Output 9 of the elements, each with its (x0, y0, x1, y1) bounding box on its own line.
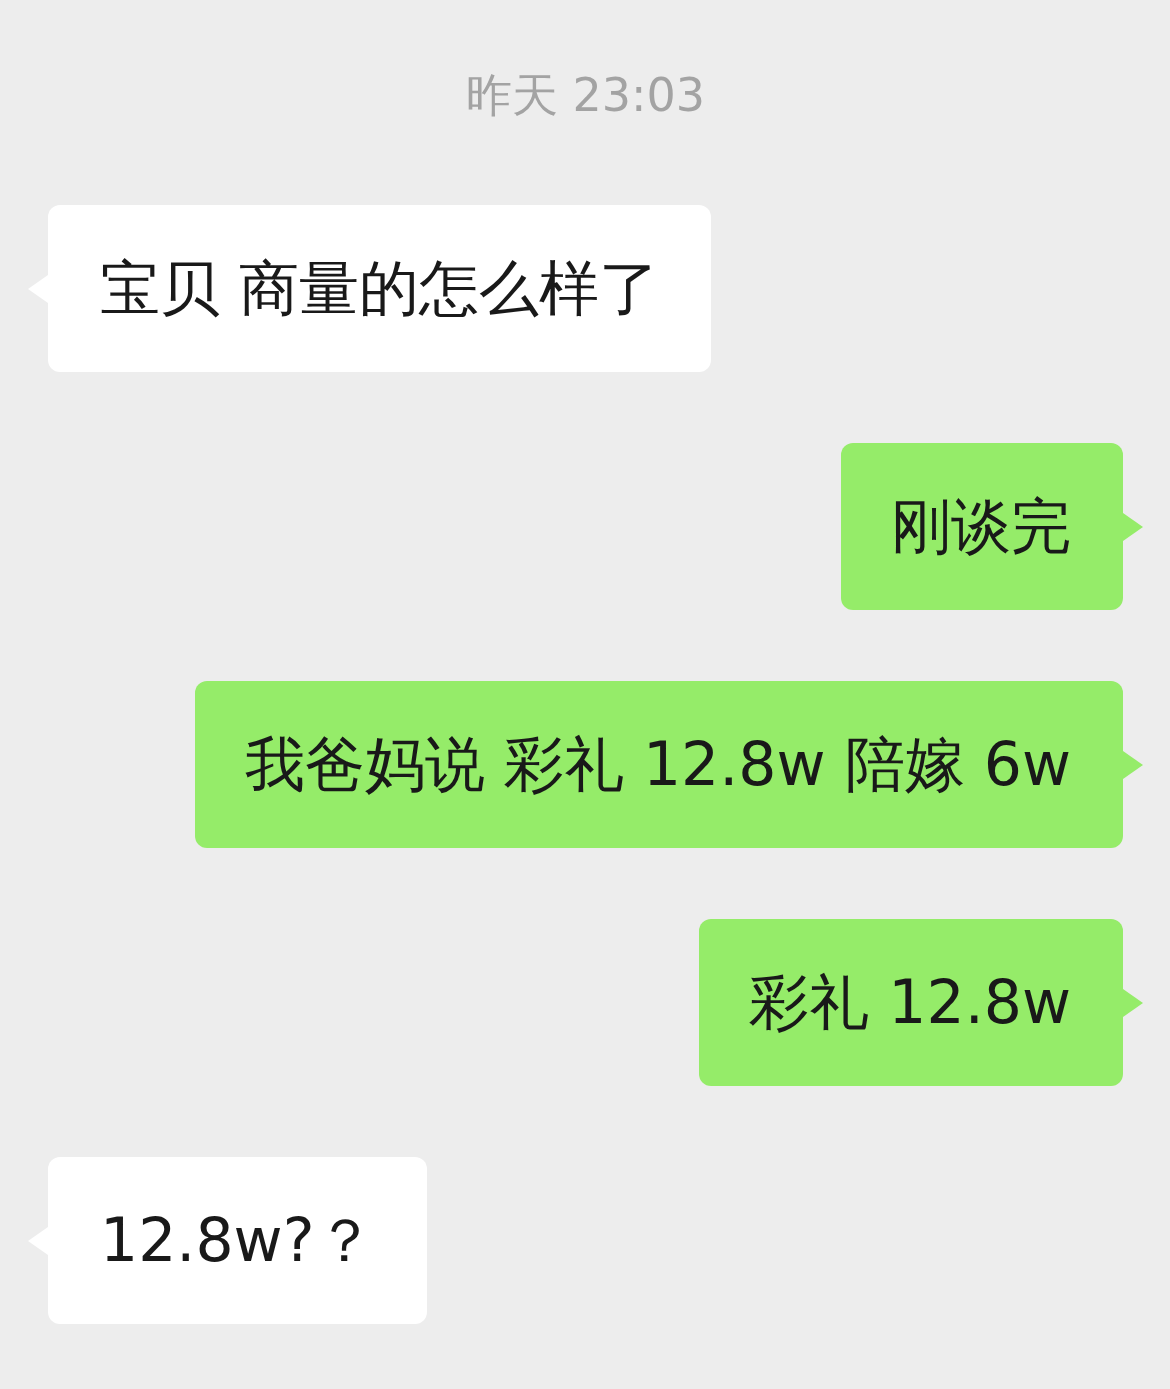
message-bubble: 我爸妈说 彩礼 12.8w 陪嫁 6w (194, 681, 1123, 848)
message-bubble: 宝贝 商量的怎么样了 (48, 205, 712, 372)
message-bubble: 12.8w?？ (48, 1157, 427, 1324)
bubble-tail-icon (1123, 988, 1143, 1017)
bubble-tail-icon (1123, 512, 1143, 541)
message-bubble: 彩礼 12.8w (699, 919, 1123, 1086)
message-timestamp: 昨天 23:03 (465, 67, 706, 124)
bubble-tail-icon (1123, 750, 1143, 779)
message-bubble: 刚谈完 (841, 443, 1123, 610)
